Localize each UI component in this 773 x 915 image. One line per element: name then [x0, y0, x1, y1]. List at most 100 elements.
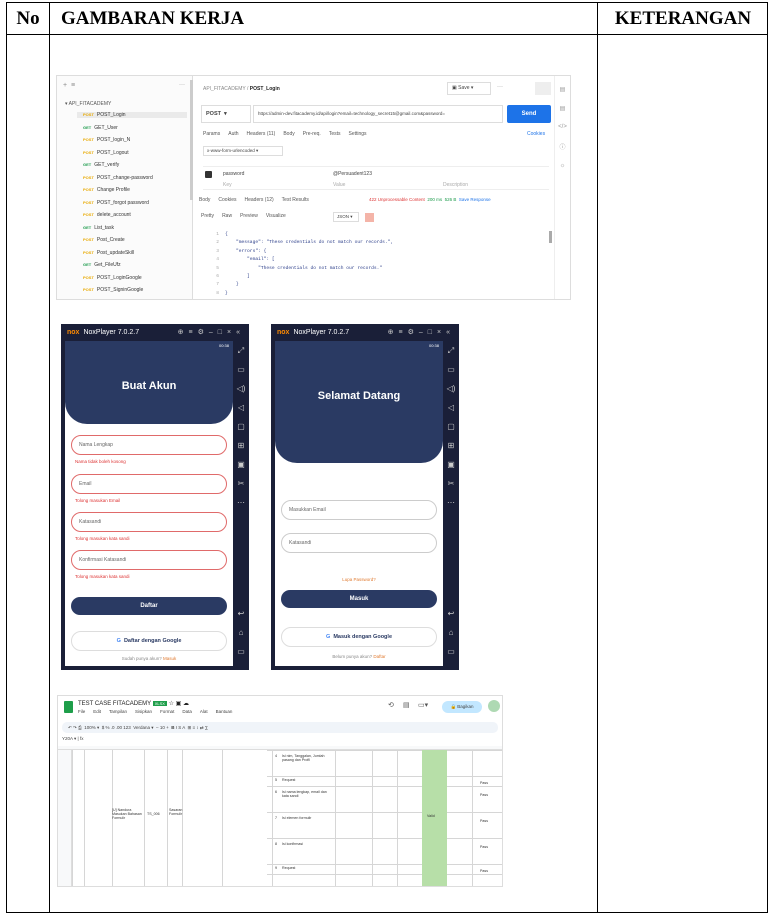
doc-icon[interactable]: ▤ [555, 105, 570, 112]
avatar[interactable] [488, 700, 500, 712]
volume-down-icon[interactable]: ◁ [233, 398, 249, 417]
sidebar-request-item[interactable]: POST POST_Login [77, 112, 187, 118]
description-cell[interactable]: Isi nim, Tanggalan, Jumlah pasang dan Pr… [282, 754, 334, 762]
menu-item[interactable]: Format [160, 709, 174, 714]
body-type-select[interactable]: x-www-form-urlencoded ▾ [203, 146, 283, 156]
volume-up-icon[interactable]: ◁) [233, 379, 249, 398]
meet-icon[interactable]: ▭▾ [418, 701, 428, 709]
step-cell[interactable]: 7 [275, 816, 277, 820]
menu-item[interactable]: Data [182, 709, 192, 714]
cookies-link[interactable]: Cookies [527, 131, 545, 137]
sidebar-request-item[interactable]: GET GET_verify [83, 162, 119, 168]
status-cell[interactable]: Pass [480, 869, 488, 873]
redo-icon[interactable]: ↷ [73, 725, 77, 730]
login-button[interactable]: Masuk [281, 590, 437, 608]
sidebar-request-item[interactable]: GET GET_User [83, 125, 118, 131]
result-cell[interactable]: Valid [427, 814, 435, 818]
filter-icon[interactable] [365, 213, 374, 222]
volume-up-icon[interactable]: ◁) [443, 379, 459, 398]
status-cell[interactable]: Pass [480, 793, 488, 797]
sidebar-request-item[interactable]: POST Post_Create [83, 237, 125, 243]
share-button[interactable]: 🔒 Bagikan [442, 701, 482, 713]
add-icon[interactable]: ⊞ [443, 436, 459, 455]
request-tab[interactable]: Auth [228, 131, 238, 137]
history-icon[interactable]: ⟲ [388, 701, 394, 709]
step-cell[interactable]: 6 [275, 790, 277, 794]
request-tab[interactable]: Headers (11) [247, 131, 276, 137]
format-select[interactable]: JSON ▾ [333, 212, 359, 222]
menu-item[interactable]: Tampilan [109, 709, 127, 714]
sidebar-request-item[interactable]: POST Change Profile [83, 187, 130, 193]
more-icon[interactable]: ··· [179, 82, 185, 88]
register-button[interactable]: Daftar [71, 597, 227, 615]
fullscreen-icon[interactable]: ⤢ [233, 341, 249, 360]
menu-item[interactable]: Alat [200, 709, 208, 714]
login-link[interactable]: Masuk [163, 656, 176, 661]
request-tab[interactable]: Body [283, 131, 294, 137]
sidebar-request-item[interactable]: POST POST_LoginGoogle [83, 275, 142, 281]
monitor-icon[interactable]: ▢ [443, 417, 459, 436]
back-icon[interactable]: ↩ [233, 604, 249, 623]
google-register-button[interactable]: G Daftar dengan Google [71, 631, 227, 651]
description-cell[interactable]: Request [282, 778, 334, 782]
scissors-icon[interactable]: ✂ [443, 474, 459, 493]
code-icon[interactable]: </> [555, 124, 570, 130]
method-select[interactable]: POST ▾ [201, 105, 251, 123]
step-cell[interactable]: 5 [275, 778, 277, 782]
back-icon[interactable]: ↩ [443, 604, 459, 623]
more-icon[interactable]: ⋯ [233, 493, 249, 512]
response-tab[interactable]: Body [199, 197, 210, 203]
request-tab[interactable]: Pre-req. [303, 131, 321, 137]
sidebar-request-item[interactable]: POST POST_Logout [83, 150, 129, 156]
screen-icon[interactable]: ▭ [443, 360, 459, 379]
volume-down-icon[interactable]: ◁ [443, 398, 459, 417]
fullname-field[interactable]: Nama Lengkap [71, 435, 227, 455]
response-tab[interactable]: Headers (12) [244, 197, 273, 203]
register-link[interactable]: Daftar [373, 654, 385, 659]
cell-reference[interactable]: Y20A ▾ | fx [62, 736, 83, 742]
screen-icon[interactable]: ▭ [233, 360, 249, 379]
status-cell[interactable]: Pass [480, 781, 488, 785]
add-icon[interactable]: ⊞ [233, 436, 249, 455]
param-value[interactable]: @Persuadent123 [333, 171, 372, 177]
more-icon[interactable]: ··· [497, 84, 503, 90]
url-input[interactable]: https://admin-dev.fitacademy.id/api/logi… [253, 105, 503, 123]
view-tab[interactable]: Raw [222, 213, 232, 219]
step-cell[interactable]: 8 [275, 842, 277, 846]
sidebar-request-item[interactable]: POST Post_updateSkill [83, 250, 134, 256]
step-cell[interactable]: 4 [275, 754, 277, 758]
status-cell[interactable]: Pass [480, 819, 488, 823]
home-icon[interactable]: ⌂ [443, 623, 459, 642]
case-type-cell[interactable]: Sasaran Formulir [169, 808, 182, 816]
sidebar-request-item[interactable]: GET Get_FileUfz [83, 262, 121, 268]
print-icon[interactable]: ⎙ [78, 725, 82, 730]
confirm-password-field[interactable]: Konfirmasi Katasandi [71, 550, 227, 570]
response-tab[interactable]: Test Results [282, 197, 309, 203]
password-field[interactable]: Katasandi [281, 533, 437, 553]
edit-icon[interactable] [535, 82, 551, 95]
monitor-icon[interactable]: ▢ [233, 417, 249, 436]
sidebar-request-item[interactable]: POST POST_change-password [83, 175, 153, 181]
more-icon[interactable]: ⋯ [443, 493, 459, 512]
menu-item[interactable]: Sisipkan [135, 709, 152, 714]
case-id-cell[interactable]: TS_006 [147, 812, 160, 816]
scissors-icon[interactable]: ✂ [233, 474, 249, 493]
description-cell[interactable]: Isi konfirmasi [282, 842, 334, 846]
recent-icon[interactable]: ▭ [443, 642, 459, 661]
email-field[interactable]: Masukkan Email [281, 500, 437, 520]
menu-item[interactable]: Edit [93, 709, 101, 714]
save-button[interactable]: ▣ Save ▾ [447, 82, 491, 95]
request-tab[interactable]: Settings [348, 131, 366, 137]
collection-name[interactable]: ▾ API_FITACADEMY [65, 101, 111, 107]
sidebar-scrollbar[interactable] [190, 80, 193, 200]
description-cell[interactable]: Isi nama lengkap, email dan kata sandi [282, 790, 334, 798]
request-tab[interactable]: Params [203, 131, 220, 137]
checkbox[interactable] [205, 171, 212, 178]
doc-icon[interactable]: ▤ [555, 86, 570, 93]
sidebar-request-item[interactable]: POST delete_account [83, 212, 131, 218]
window-controls[interactable]: ⊕≡⚙–□×« [388, 324, 455, 341]
fullscreen-icon[interactable]: ⤢ [443, 341, 459, 360]
view-tab[interactable]: Preview [240, 213, 258, 219]
password-field[interactable]: Katasandi [71, 512, 227, 532]
undo-icon[interactable]: ↶ [68, 725, 72, 730]
